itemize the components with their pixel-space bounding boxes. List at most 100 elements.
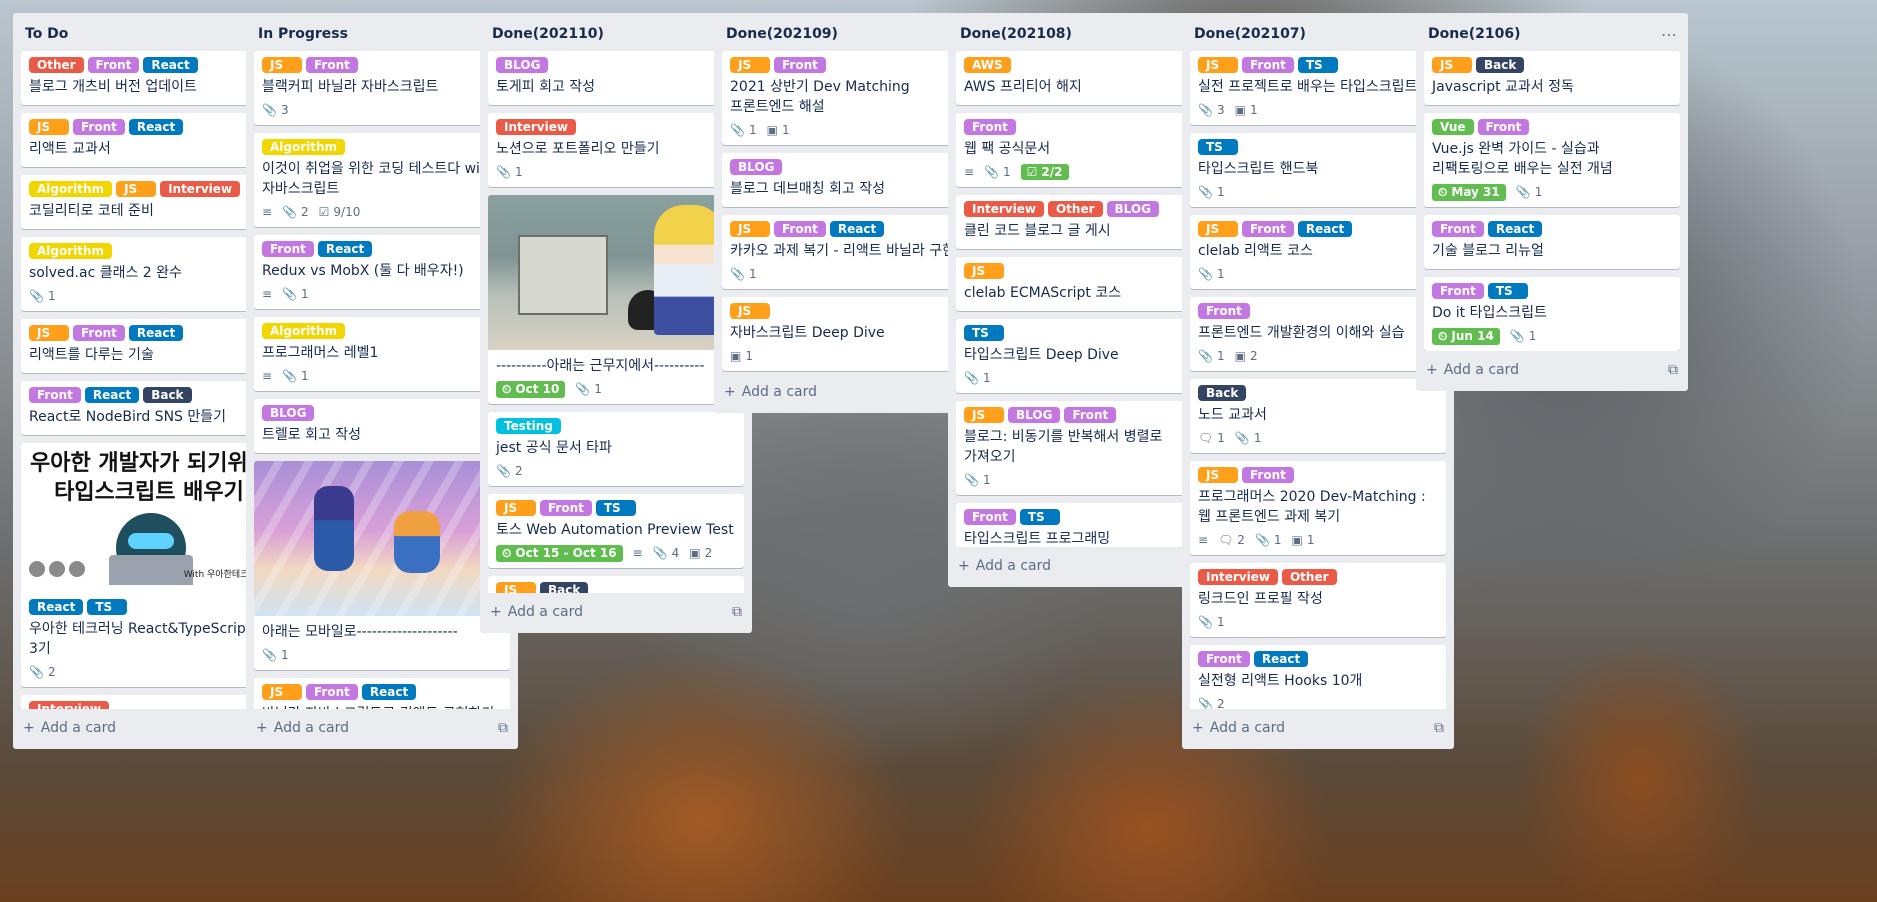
list-title[interactable]: Done(2106) (1426, 26, 1520, 42)
card-label[interactable]: BLOG (730, 159, 783, 175)
card-label[interactable]: Front (1242, 57, 1294, 73)
card-label[interactable]: TS (1487, 283, 1528, 299)
card-label[interactable]: JS (496, 582, 536, 593)
card[interactable]: 아래는 모바일로-------------------- 📎 1 (254, 461, 510, 670)
card[interactable]: BLOG 토게피 회고 작성 (488, 51, 744, 105)
card-label[interactable]: Front (262, 241, 314, 257)
card[interactable]: JS BLOG Front 블로그: 비동기를 반복해서 병렬로 가져오기 📎 1 (956, 401, 1212, 495)
add-card-button[interactable]: + Add a card (490, 604, 583, 620)
card[interactable]: AWS AWS 프리티어 해지 (956, 51, 1212, 105)
card-label[interactable]: TS (1297, 57, 1338, 73)
due-date-badge[interactable]: ⏲ May 31 (1432, 183, 1506, 201)
list-title[interactable]: Done(202109) (724, 26, 838, 42)
card-label[interactable]: Front (774, 57, 826, 73)
list-title[interactable]: To Do (23, 26, 68, 42)
card-label[interactable]: TS (964, 325, 1004, 341)
card[interactable]: JSBackNode.js로 웹 크롤링하기⏲Oct 14📎2 (488, 576, 744, 593)
card-label[interactable]: React (317, 241, 373, 257)
card[interactable]: Algorithm 프로그래머스 레벨1 ≡ 📎 1 (254, 317, 510, 391)
card-label[interactable]: JS (29, 325, 69, 341)
card-label[interactable]: BLOG (1008, 407, 1061, 423)
card-label[interactable]: Front (87, 57, 140, 73)
card-label[interactable]: React (29, 599, 84, 615)
create-from-template-icon[interactable]: ⧉ (1434, 720, 1444, 736)
card-label[interactable]: JS (730, 303, 770, 319)
card[interactable]: FrontTS타입스크립트 프로그래밍☑4/4 (956, 503, 1212, 547)
card[interactable]: Back 노드 교과서 🗨 1 📎 1 (1190, 379, 1446, 453)
card-label[interactable]: JS (29, 119, 69, 135)
card[interactable]: Interview Other BLOG 클린 코드 블로그 글 게시 (956, 195, 1212, 249)
card-label[interactable]: Back (1198, 385, 1247, 401)
add-card-button[interactable]: + Add a card (256, 720, 349, 736)
card-label[interactable]: Front (964, 119, 1016, 135)
card-label[interactable]: Front (306, 684, 358, 700)
card[interactable]: Algorithm solved.ac 클래스 2 완수 📎 1 (21, 237, 277, 311)
add-card-button[interactable]: + Add a card (23, 720, 116, 736)
card[interactable]: Front 웹 팩 공식문서 ≡ 📎 1 ☑ 2/2 (956, 113, 1212, 187)
card-label[interactable]: Testing (496, 418, 561, 434)
card[interactable]: JS clelab ECMAScript 코스 (956, 257, 1212, 311)
list-menu-icon[interactable]: ⋯ (1661, 25, 1678, 44)
card-label[interactable]: Algorithm (29, 181, 113, 197)
card[interactable]: BLOG 트렐로 회고 작성 (254, 399, 510, 453)
card-label[interactable]: React (1253, 651, 1309, 667)
card-label[interactable]: Other (1281, 569, 1337, 585)
card-label[interactable]: JS (730, 221, 770, 237)
create-from-template-icon[interactable]: ⧉ (732, 604, 742, 620)
card-label[interactable]: Vue (1432, 119, 1474, 135)
list-title[interactable]: Done(202107) (1192, 26, 1306, 42)
card-label[interactable]: Front (1198, 303, 1250, 319)
card-label[interactable]: Interview (29, 701, 109, 709)
card[interactable]: Front React Back React로 NodeBird SNS 만들기 (21, 381, 277, 435)
card[interactable]: Front 프론트엔드 개발환경의 이해와 실습 📎 1 ▣ 2 (1190, 297, 1446, 371)
due-date-badge[interactable]: ⏲ Jun 14 (1432, 327, 1500, 345)
card-label[interactable]: JS (262, 684, 302, 700)
card-label[interactable]: TS (1019, 509, 1060, 525)
card-label[interactable]: Front (1242, 221, 1294, 237)
card[interactable]: TS 타입스크립트 핸드북 📎 1 (1190, 133, 1446, 207)
card[interactable]: BLOG 블로그 데브매칭 회고 작성 (722, 153, 978, 207)
card-label[interactable]: JS (1198, 57, 1238, 73)
card-label[interactable]: React (128, 325, 184, 341)
card-label[interactable]: Front (1477, 119, 1530, 135)
card-label[interactable]: JS (964, 263, 1004, 279)
card[interactable]: Testing jest 공식 문서 타파 📎 2 (488, 412, 744, 486)
card[interactable]: JSFrontReact바닐라 자바스크립트로 리액트 구현하기📎1 (254, 678, 510, 709)
card-label[interactable]: React (1297, 221, 1353, 237)
add-card-button[interactable]: + Add a card (1426, 362, 1519, 378)
card[interactable]: Front React 기술 블로그 리뉴얼 (1424, 215, 1680, 269)
create-from-template-icon[interactable]: ⧉ (1668, 362, 1678, 378)
card-label[interactable]: Other (1047, 201, 1103, 217)
card-label[interactable]: React (143, 57, 198, 73)
card-label[interactable]: Back (1476, 57, 1525, 73)
card-label[interactable]: AWS (964, 57, 1011, 73)
add-card-button[interactable]: + Add a card (958, 558, 1051, 574)
card-label[interactable]: Interview (964, 201, 1044, 217)
card[interactable]: JS Front React 리액트를 다루는 기술 (21, 319, 277, 373)
card-label[interactable]: Interview (160, 181, 241, 197)
card-label[interactable]: TS (595, 500, 636, 516)
card-label[interactable]: Front (1432, 283, 1484, 299)
card-label[interactable]: Back (143, 387, 192, 403)
card[interactable]: JS Front React clelab 리액트 코스 📎 1 (1190, 215, 1446, 289)
card-label[interactable]: TS (87, 599, 128, 615)
card-label[interactable]: Algorithm (29, 243, 113, 259)
card-label[interactable]: Front (964, 509, 1016, 525)
card-label[interactable]: JS (262, 57, 302, 73)
card-label[interactable]: Other (29, 57, 84, 73)
card-label[interactable]: Front (73, 119, 125, 135)
card[interactable]: Front React Redux vs MobX (둘 다 배우자!) ≡ 📎 1 (254, 235, 510, 309)
card-label[interactable]: JS (496, 500, 536, 516)
due-date-badge[interactable]: ⏲ Oct 10 (496, 380, 566, 398)
card[interactable]: Vue Front Vue.js 완벽 가이드 - 실습과 리팩토링으로 배우는 실… (1424, 113, 1680, 207)
due-date-badge[interactable]: ⏲ Oct 15 - Oct 16 (496, 544, 623, 562)
card-label[interactable]: Front (1432, 221, 1484, 237)
card[interactable]: InterviewBrave Tech Interview📎1 (21, 695, 277, 709)
card-label[interactable]: React (128, 119, 184, 135)
card[interactable]: JS Front TS 실전 프로젝트로 배우는 타입스크립트 📎 3 ▣ 1 (1190, 51, 1446, 125)
card-label[interactable]: Front (1198, 651, 1250, 667)
card-label[interactable]: Back (540, 582, 589, 593)
card[interactable]: JS Front 프로그래머스 2020 Dev-Matching : 웹 프론트엔… (1190, 461, 1446, 555)
add-card-button[interactable]: + Add a card (1192, 720, 1285, 736)
card[interactable]: Front TS Do it 타입스크립트 ⏲ Jun 14 📎 1 (1424, 277, 1680, 351)
